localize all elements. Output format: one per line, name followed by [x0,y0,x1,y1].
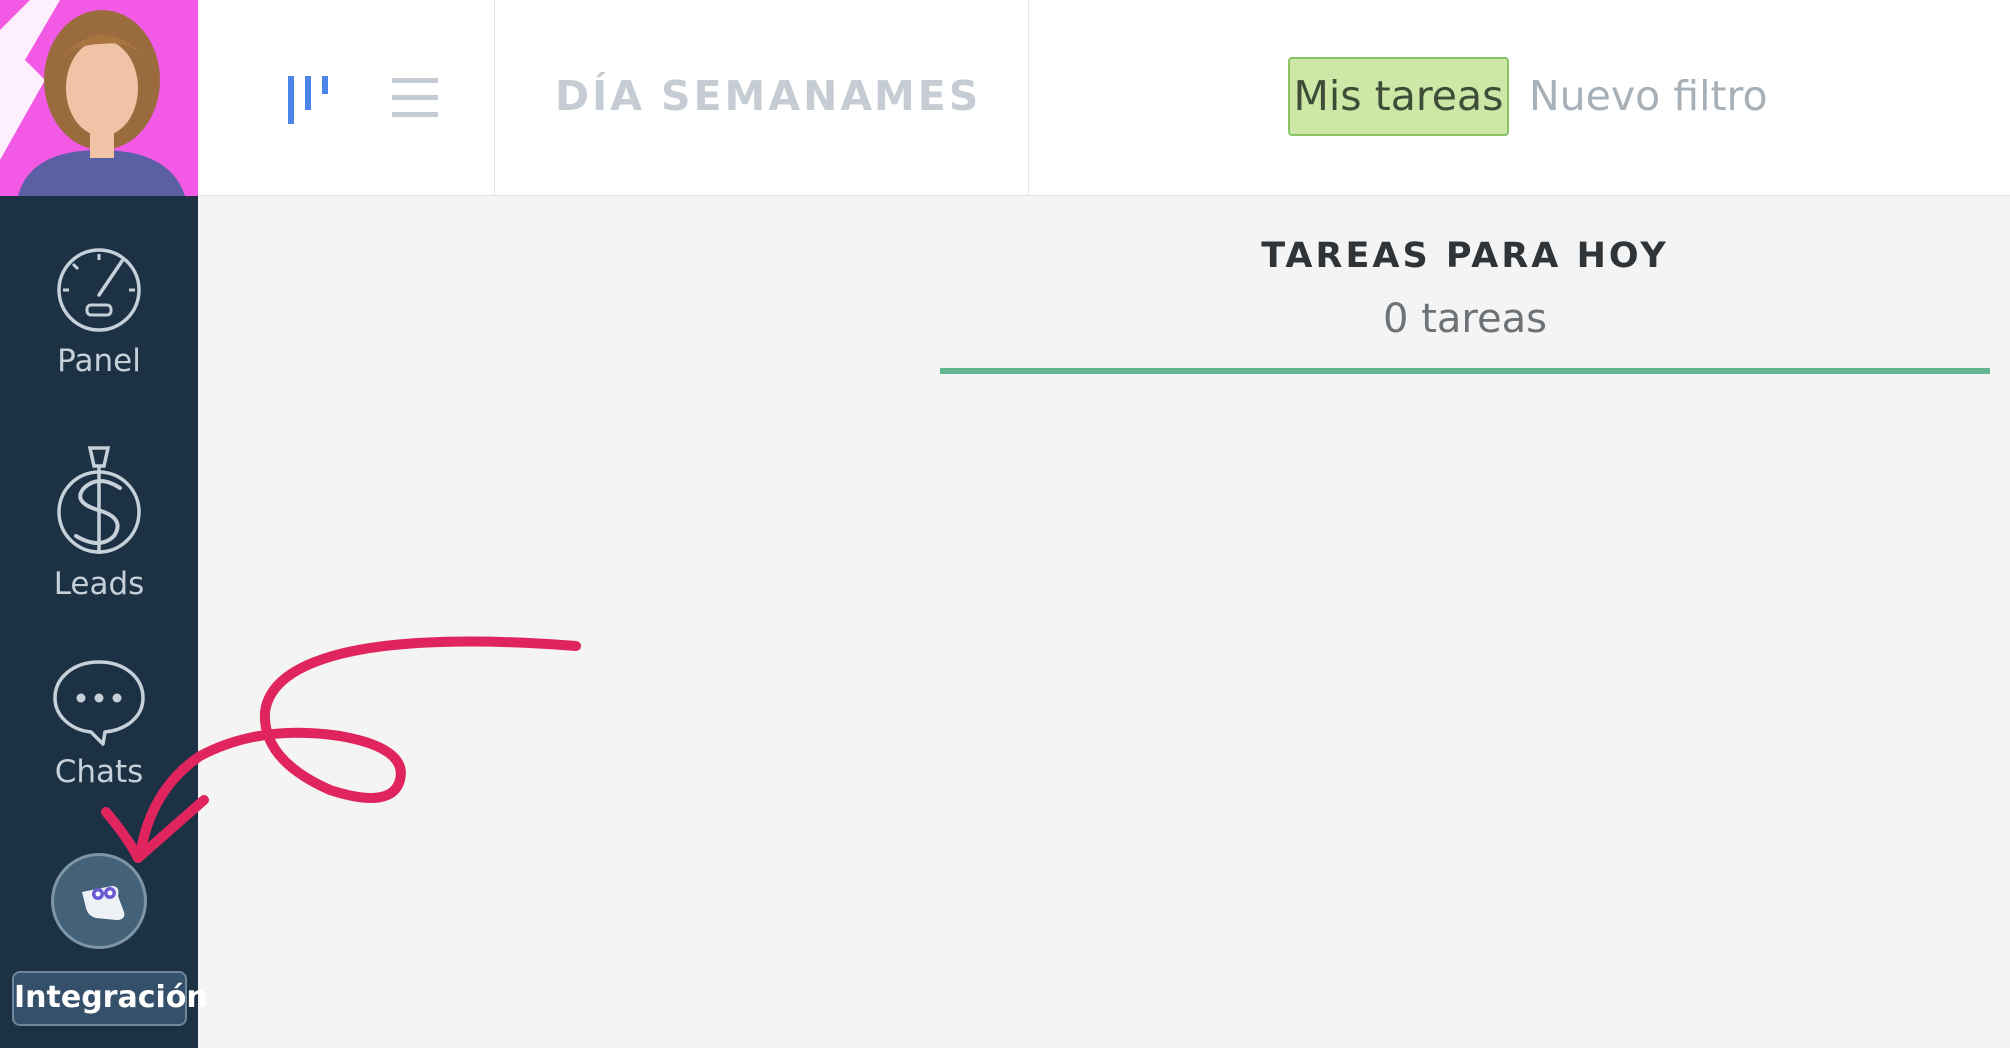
annotation-arrow-icon [101,636,581,863]
